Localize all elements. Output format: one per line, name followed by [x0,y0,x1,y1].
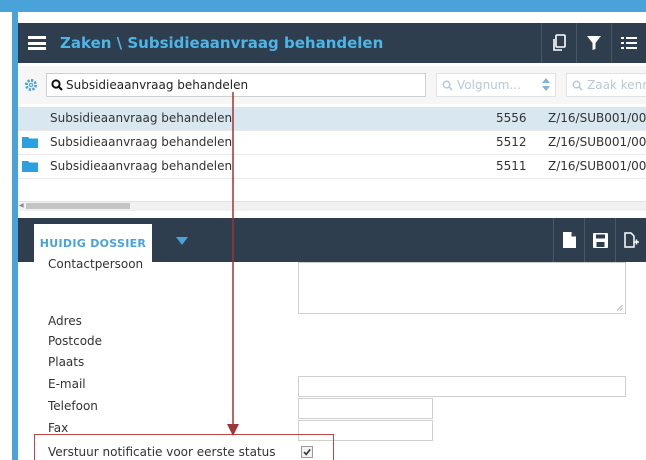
results-list: Subsidieaanvraag behandelen 5556 Z/16/SU… [18,107,646,179]
volgnummer-placeholder: Volgnum... [457,78,521,92]
row-name: Subsidieaanvraag behandelen [50,159,233,173]
chevron-down-icon[interactable] [176,237,188,245]
app-window: Zaken \ Subsidieaanvraag behandelen Subs… [0,0,646,460]
gear-icon[interactable] [24,78,38,92]
checkmark-icon [303,448,311,456]
folder-icon [22,137,38,148]
filter-icon[interactable] [576,23,611,63]
scroll-left-icon[interactable]: ◀ [19,202,24,209]
dossier-actions [553,218,646,262]
row-number: 5511 [496,159,527,173]
scrollbar-thumb[interactable] [26,203,130,209]
search-query: Subsidieaanvraag behandelen [66,78,249,92]
highlight-box [34,434,334,460]
plaats-label: Plaats [48,355,85,369]
zaakkenmerk-placeholder: Zaak kenmer [587,78,646,92]
zaakkenmerk-input[interactable]: Zaak kenmer [566,73,646,97]
resize-grip-icon[interactable] [616,304,623,311]
notificatie-checkbox[interactable] [301,446,313,458]
row-name: Subsidieaanvraag behandelen [50,135,233,149]
sort-spinner-icon[interactable] [541,77,551,92]
left-margin [0,12,12,460]
page-title: Zaken \ Subsidieaanvraag behandelen [60,34,384,52]
save-icon[interactable] [584,218,615,262]
search-bar: Subsidieaanvraag behandelen Volgnum... Z… [18,66,646,104]
row-name: Subsidieaanvraag behandelen [50,111,233,125]
dossier-form: Contactpersoon Adres Postcode Plaats E-m… [18,257,646,460]
new-document-icon[interactable] [615,218,646,262]
search-input[interactable]: Subsidieaanvraag behandelen [46,73,426,97]
header-toolbar [541,23,646,63]
search-icon [442,80,453,91]
contactpersoon-textarea[interactable] [298,262,626,314]
dossier-toolbar: HUIDIG DOSSIER [18,218,646,262]
adres-label: Adres [48,314,82,328]
horizontal-scrollbar[interactable]: ◀ [18,201,646,211]
search-icon [51,79,63,91]
row-code: Z/16/SUB001/005 [548,159,646,173]
search-icon [572,80,583,91]
table-row[interactable]: Subsidieaanvraag behandelen 5511 Z/16/SU… [18,155,646,179]
table-row[interactable]: Subsidieaanvraag behandelen 5512 Z/16/SU… [18,131,646,155]
fax-label: Fax [48,421,69,435]
hamburger-menu-icon[interactable] [28,36,46,50]
row-code: Z/16/SUB001/005 [548,111,646,125]
email-field[interactable] [298,376,626,397]
top-accent-strip [0,0,646,12]
copy-icon[interactable] [541,23,576,63]
row-number: 5556 [496,111,527,125]
postcode-label: Postcode [48,334,103,348]
volgnummer-input[interactable]: Volgnum... [436,73,556,97]
telefoon-label: Telefoon [48,399,98,413]
telefoon-field[interactable] [298,398,433,419]
row-number: 5512 [496,135,527,149]
list-icon[interactable] [611,23,646,63]
page-header: Zaken \ Subsidieaanvraag behandelen [18,23,646,63]
email-label: E-mail [48,377,86,391]
contactpersoon-label: Contactpersoon [48,257,144,271]
row-code: Z/16/SUB001/005 [548,135,646,149]
folder-icon [22,161,38,172]
table-row[interactable]: Subsidieaanvraag behandelen 5556 Z/16/SU… [18,107,646,131]
document-icon[interactable] [553,218,584,262]
